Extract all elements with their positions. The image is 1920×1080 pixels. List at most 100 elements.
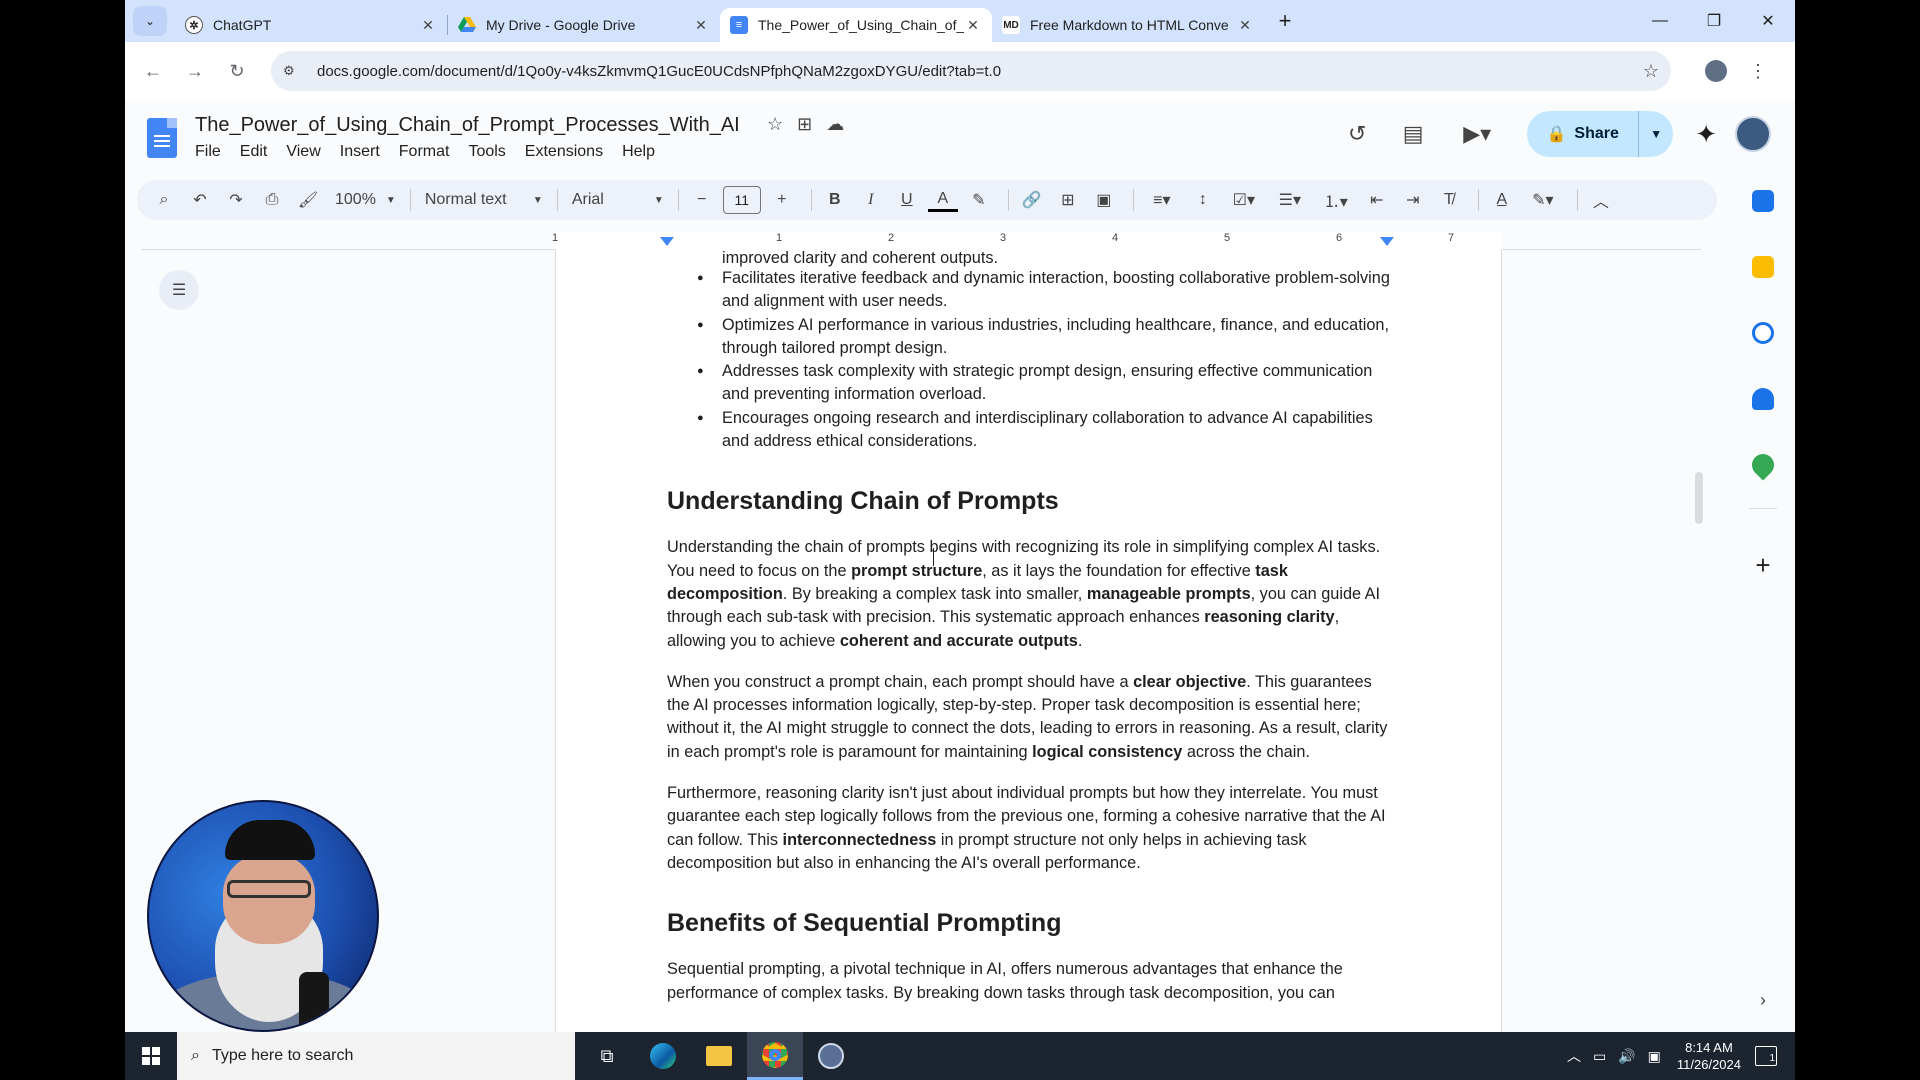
decrease-font-size-icon[interactable]: − bbox=[687, 185, 717, 215]
undo-icon[interactable]: ↶ bbox=[185, 185, 215, 215]
volume-icon[interactable]: 🔊 bbox=[1618, 1048, 1635, 1065]
meet-icon[interactable]: ▶▾ bbox=[1447, 121, 1507, 147]
zoom-select[interactable]: 100% ▼ bbox=[329, 191, 402, 209]
menu-format[interactable]: Format bbox=[399, 143, 450, 161]
close-icon[interactable]: ✕ bbox=[964, 17, 982, 34]
forward-icon[interactable]: → bbox=[175, 51, 215, 91]
bold-icon[interactable]: B bbox=[820, 185, 850, 215]
comments-icon[interactable]: ▤ bbox=[1391, 121, 1435, 147]
browser-profile-avatar[interactable] bbox=[1705, 60, 1727, 82]
menu-help[interactable]: Help bbox=[622, 143, 655, 161]
maps-icon[interactable] bbox=[1747, 449, 1779, 481]
document-title[interactable]: The_Power_of_Using_Chain_of_Prompt_Proce… bbox=[195, 114, 740, 137]
editing-mode-icon[interactable]: ✎▾ bbox=[1523, 185, 1563, 215]
reload-icon[interactable]: ↻ bbox=[217, 51, 257, 91]
clock[interactable]: 8:14 AM 11/26/2024 bbox=[1677, 1039, 1741, 1073]
star-icon[interactable]: ☆ bbox=[767, 114, 783, 135]
increase-indent-icon[interactable]: ⇥ bbox=[1398, 185, 1428, 215]
version-history-icon[interactable]: ↺ bbox=[1335, 121, 1379, 147]
tray-overflow-icon[interactable]: ︿ bbox=[1567, 1046, 1581, 1066]
tab-google-drive[interactable]: My Drive - Google Drive ✕ bbox=[448, 8, 720, 42]
cloud-status-icon[interactable]: ☁ bbox=[826, 114, 844, 135]
left-indent-marker[interactable] bbox=[660, 237, 674, 246]
redo-icon[interactable]: ↷ bbox=[221, 185, 251, 215]
menu-insert[interactable]: Insert bbox=[340, 143, 380, 161]
bulleted-list-icon[interactable]: ☰▾ bbox=[1270, 185, 1310, 215]
collapse-menus-icon[interactable]: ︿ bbox=[1586, 185, 1616, 215]
bookmark-star-icon[interactable]: ☆ bbox=[1643, 61, 1659, 82]
taskbar-search-box[interactable]: ⌕ Type here to search bbox=[177, 1032, 575, 1080]
numbered-list-icon[interactable]: ⒈▾ bbox=[1316, 185, 1356, 215]
task-view-icon[interactable]: ⧉ bbox=[579, 1032, 635, 1080]
document-outline-icon[interactable]: ☰ bbox=[159, 270, 199, 310]
start-button[interactable] bbox=[125, 1032, 177, 1080]
file-explorer-icon[interactable] bbox=[691, 1032, 747, 1080]
gemini-icon[interactable]: ✦ bbox=[1695, 119, 1717, 150]
menu-file[interactable]: File bbox=[195, 143, 221, 161]
right-indent-marker[interactable] bbox=[1380, 237, 1394, 246]
search-menus-icon[interactable]: ⌕ bbox=[149, 185, 179, 215]
account-avatar[interactable] bbox=[1735, 116, 1771, 152]
chrome-icon[interactable] bbox=[747, 1032, 803, 1080]
document-page[interactable]: improved clarity and coherent outputs. F… bbox=[555, 250, 1502, 1032]
paint-format-icon[interactable]: 🖌 bbox=[293, 185, 323, 215]
font-size-input[interactable]: 11 bbox=[722, 186, 761, 214]
line-spacing-icon[interactable]: ↕ bbox=[1188, 185, 1218, 215]
calendar-icon[interactable] bbox=[1752, 190, 1774, 212]
checklist-icon[interactable]: ☑▾ bbox=[1224, 185, 1264, 215]
spellcheck-icon[interactable]: A̲ bbox=[1487, 185, 1517, 215]
back-icon[interactable]: ← bbox=[133, 51, 173, 91]
minimize-icon[interactable]: — bbox=[1633, 0, 1687, 42]
move-folder-icon[interactable]: ⊞ bbox=[797, 114, 812, 135]
scrollbar-thumb[interactable] bbox=[1695, 472, 1703, 524]
style-select[interactable]: Normal text ▼ bbox=[419, 191, 549, 209]
underline-icon[interactable]: U bbox=[892, 185, 922, 215]
new-tab-button[interactable]: + bbox=[1270, 6, 1300, 36]
close-window-icon[interactable]: ✕ bbox=[1741, 0, 1795, 42]
google-docs-icon: ≡ bbox=[730, 16, 748, 34]
tasks-icon[interactable] bbox=[1752, 322, 1774, 344]
tab-search-button[interactable]: ⌄ bbox=[133, 6, 167, 36]
menu-edit[interactable]: Edit bbox=[240, 143, 268, 161]
add-comment-icon[interactable]: ⊞ bbox=[1053, 185, 1083, 215]
share-button[interactable]: 🔒 Share ▼ bbox=[1527, 111, 1674, 157]
bold-run: manageable prompts bbox=[1086, 584, 1251, 603]
align-icon[interactable]: ≡▾ bbox=[1142, 185, 1182, 215]
keep-icon[interactable] bbox=[1752, 256, 1774, 278]
close-icon[interactable]: ✕ bbox=[1236, 17, 1254, 34]
decrease-indent-icon[interactable]: ⇤ bbox=[1362, 185, 1392, 215]
increase-font-size-icon[interactable]: + bbox=[767, 185, 797, 215]
tab-markdown-converter[interactable]: MD Free Markdown to HTML Conve ✕ bbox=[992, 8, 1264, 42]
menu-extensions[interactable]: Extensions bbox=[525, 143, 603, 161]
system-tray: ︿ ▭ 🔊 ▣ 8:14 AM 11/26/2024 1 bbox=[1561, 1032, 1795, 1080]
print-icon[interactable]: ⎙ bbox=[257, 185, 287, 215]
site-info-icon[interactable]: ⚙ bbox=[283, 63, 305, 79]
tab-google-docs[interactable]: ≡ The_Power_of_Using_Chain_of_I ✕ bbox=[720, 8, 992, 42]
close-icon[interactable]: ✕ bbox=[692, 17, 710, 34]
clear-formatting-icon[interactable]: T̸ bbox=[1434, 185, 1464, 215]
restore-icon[interactable]: ❐ bbox=[1687, 0, 1741, 42]
edge-icon[interactable] bbox=[635, 1032, 691, 1080]
network-icon[interactable]: ▭ bbox=[1593, 1048, 1606, 1065]
text-color-icon[interactable]: A bbox=[927, 188, 958, 212]
font-select[interactable]: Arial ▼ bbox=[566, 191, 670, 209]
app-launcher-icon[interactable] bbox=[803, 1032, 859, 1080]
toolbar-divider bbox=[1576, 189, 1578, 211]
menu-tools[interactable]: Tools bbox=[468, 143, 505, 161]
browser-menu-icon[interactable]: ⋮ bbox=[1749, 61, 1767, 82]
google-docs-logo-icon[interactable] bbox=[147, 118, 177, 158]
close-icon[interactable]: ✕ bbox=[419, 17, 437, 34]
contacts-icon[interactable] bbox=[1752, 388, 1774, 410]
notification-center-icon[interactable]: 1 bbox=[1755, 1046, 1777, 1066]
highlight-color-icon[interactable]: ✎ bbox=[964, 185, 994, 215]
add-addon-icon[interactable]: + bbox=[1749, 550, 1777, 581]
display-icon[interactable]: ▣ bbox=[1648, 1048, 1661, 1065]
tab-chatgpt[interactable]: ✲ ChatGPT ✕ bbox=[175, 8, 447, 42]
share-dropdown-icon[interactable]: ▼ bbox=[1639, 127, 1673, 141]
insert-image-icon[interactable]: ▣ bbox=[1089, 185, 1119, 215]
show-side-panel-icon[interactable]: › bbox=[1749, 990, 1777, 1011]
url-bar[interactable]: ⚙ docs.google.com/document/d/1Qo0y-v4ksZ… bbox=[271, 51, 1671, 91]
insert-link-icon[interactable]: 🔗 bbox=[1017, 185, 1047, 215]
menu-view[interactable]: View bbox=[286, 143, 320, 161]
italic-icon[interactable]: I bbox=[856, 185, 886, 215]
